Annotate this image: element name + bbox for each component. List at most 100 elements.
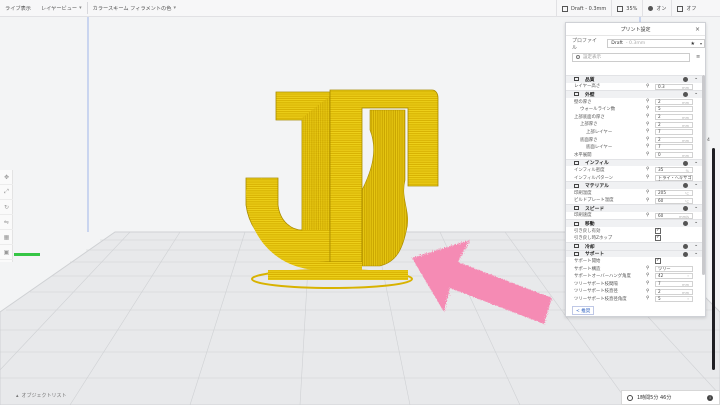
chevron-down-icon[interactable]: ⌄ [694, 91, 698, 96]
settings-category[interactable]: サポート ⌄ [566, 249, 702, 257]
setting-row: サポートオーバーハング角度 ⚲ 42 ° [566, 272, 702, 280]
move-tool-icon[interactable]: ✥ [0, 170, 13, 185]
link-icon[interactable]: ⚲ [646, 175, 649, 180]
setting-value-field[interactable]: 5 ° [655, 296, 693, 303]
settings-category[interactable]: 移動 ⌄ [566, 219, 702, 227]
settings-category[interactable]: 品質 ⌄ [566, 75, 702, 83]
info-icon[interactable]: i [707, 395, 713, 401]
star-icon[interactable]: ★ [691, 41, 695, 47]
settings-category[interactable]: スピード ⌄ [566, 204, 702, 212]
info-icon[interactable] [683, 244, 688, 250]
setting-value-field[interactable]: 2 mm [655, 136, 693, 143]
mirror-tool-icon[interactable]: ⇋ [0, 215, 13, 230]
print-settings-summary[interactable]: Draft - 0.3mm 35% オン オフ [556, 0, 701, 17]
setting-row: ウォールライン数 ⚲ 5 [566, 105, 702, 113]
setting-value-field[interactable]: 205 °C [655, 189, 693, 196]
support-blocker-icon[interactable]: ▣ [0, 245, 13, 260]
settings-search-input[interactable]: 設定表示 [572, 52, 690, 62]
settings-category[interactable]: インフィル ⌄ [566, 158, 702, 166]
setting-value-field[interactable]: 7 mm [655, 281, 693, 288]
link-icon[interactable]: ⚲ [646, 190, 649, 195]
chevron-down-icon[interactable]: ⌄ [694, 76, 698, 81]
chevron-down-icon[interactable]: ⌄ [694, 160, 698, 165]
setting-value-field[interactable]: 0 mm [655, 151, 693, 158]
view-mode-layer[interactable]: レイヤービュー ▾ [36, 0, 87, 17]
setting-row: レイヤー高さ ⚲ 0.3 mm [566, 83, 702, 91]
info-icon[interactable] [683, 183, 688, 189]
info-icon[interactable] [683, 77, 688, 82]
chevron-down-icon[interactable]: ⌄ [694, 182, 698, 187]
setting-value-field[interactable]: 5 [655, 106, 693, 113]
link-icon[interactable]: ⚲ [646, 129, 649, 134]
setting-value-field[interactable]: トライ・ヘキサゴン [655, 174, 693, 184]
chevron-down-icon[interactable]: ⌄ [694, 251, 698, 256]
close-icon[interactable]: × [695, 26, 700, 33]
infill-summary[interactable]: 35% [611, 0, 642, 17]
settings-scrollbar[interactable] [702, 75, 705, 275]
link-icon[interactable]: ⚲ [646, 114, 649, 119]
info-icon[interactable] [683, 92, 688, 98]
layer-number: 4 [707, 138, 710, 143]
setting-value-field[interactable]: 35% [655, 167, 693, 174]
link-icon[interactable]: ⚲ [646, 106, 649, 111]
link-icon[interactable]: ⚲ [646, 122, 649, 127]
setting-row: インフィル密度 ⚲ 35% [566, 166, 702, 174]
setting-value-field[interactable]: 2 mm [655, 288, 693, 295]
setting-checkbox[interactable]: ✓ [655, 227, 661, 234]
link-icon[interactable]: ⚲ [646, 84, 649, 89]
link-icon[interactable]: ⚲ [646, 281, 649, 286]
chevron-down-icon[interactable]: ⌄ [694, 205, 698, 210]
link-icon[interactable]: ⚲ [646, 144, 649, 149]
menu-icon[interactable]: ≡ [696, 54, 700, 60]
setting-value-field[interactable]: 60 mm/s [655, 212, 693, 219]
setting-value-field[interactable]: ツリー [655, 265, 693, 272]
settings-category[interactable]: 外壁 ⌄ [566, 90, 702, 98]
info-icon[interactable] [683, 251, 688, 257]
link-icon[interactable]: ⚲ [646, 152, 649, 157]
link-icon[interactable]: ⚲ [646, 137, 649, 142]
setting-value-field[interactable]: 2 mm [655, 121, 693, 128]
chevron-down-icon: ▾ [79, 5, 82, 11]
settings-category[interactable]: マテリアル ⌄ [566, 181, 702, 189]
link-icon[interactable]: ⚲ [646, 198, 649, 203]
chevron-down-icon[interactable]: ⌄ [694, 220, 698, 225]
print-time-estimate[interactable]: 1時間5分 46分 i [621, 390, 720, 405]
info-icon[interactable] [683, 221, 688, 227]
setting-value-field[interactable]: 2 mm [655, 113, 693, 120]
setting-value-field[interactable]: 2 mm [655, 98, 693, 105]
setting-value-field[interactable]: 42 ° [655, 273, 693, 280]
adhesion-summary[interactable]: オフ [671, 0, 701, 17]
setting-value-field[interactable]: 0.3 mm [655, 83, 693, 90]
link-icon[interactable]: ⚲ [646, 99, 649, 104]
link-icon[interactable]: ⚲ [646, 296, 649, 301]
setting-checkbox[interactable]: ✓ [655, 258, 661, 265]
setting-checkbox[interactable]: ✓ [655, 235, 661, 242]
profile-select[interactable]: Draft - 0.3mm ★ ▾ [607, 39, 705, 48]
infill-icon [617, 5, 624, 12]
setting-value-field[interactable]: 7 [655, 129, 693, 136]
color-scheme-select[interactable]: カラースキーム フィラメントの色 ▾ [88, 0, 181, 17]
link-icon[interactable]: ⚲ [646, 273, 649, 278]
support-icon [648, 6, 654, 11]
info-icon[interactable] [683, 206, 688, 212]
chevron-down-icon[interactable]: ⌄ [694, 243, 698, 248]
layer-slider[interactable] [712, 148, 715, 370]
link-icon[interactable]: ⚲ [646, 167, 649, 172]
profile-summary[interactable]: Draft - 0.3mm [556, 0, 611, 17]
setting-row: 底面レイヤー ⚲ 7 [566, 143, 702, 151]
scale-tool-icon[interactable]: ⤢ [0, 185, 13, 200]
category-icon [574, 160, 579, 165]
setting-value-field[interactable]: 60 °C [655, 197, 693, 204]
link-icon[interactable]: ⚲ [646, 266, 649, 271]
per-model-settings-icon[interactable]: ▦ [0, 230, 13, 245]
setting-value-field[interactable]: 7 [655, 144, 693, 151]
settings-category[interactable]: 冷却 ⌄ [566, 242, 702, 250]
rotate-tool-icon[interactable]: ↻ [0, 200, 13, 215]
link-icon[interactable]: ⚲ [646, 213, 649, 218]
support-summary[interactable]: オン [642, 0, 671, 17]
link-icon[interactable]: ⚲ [646, 289, 649, 294]
info-icon[interactable] [683, 160, 688, 166]
recommended-button[interactable]: < 推奨 [572, 306, 594, 315]
object-list-toggle[interactable]: ▴ オブジェクトリスト [16, 392, 67, 400]
view-mode-live[interactable]: ライブ表示 [0, 0, 36, 17]
